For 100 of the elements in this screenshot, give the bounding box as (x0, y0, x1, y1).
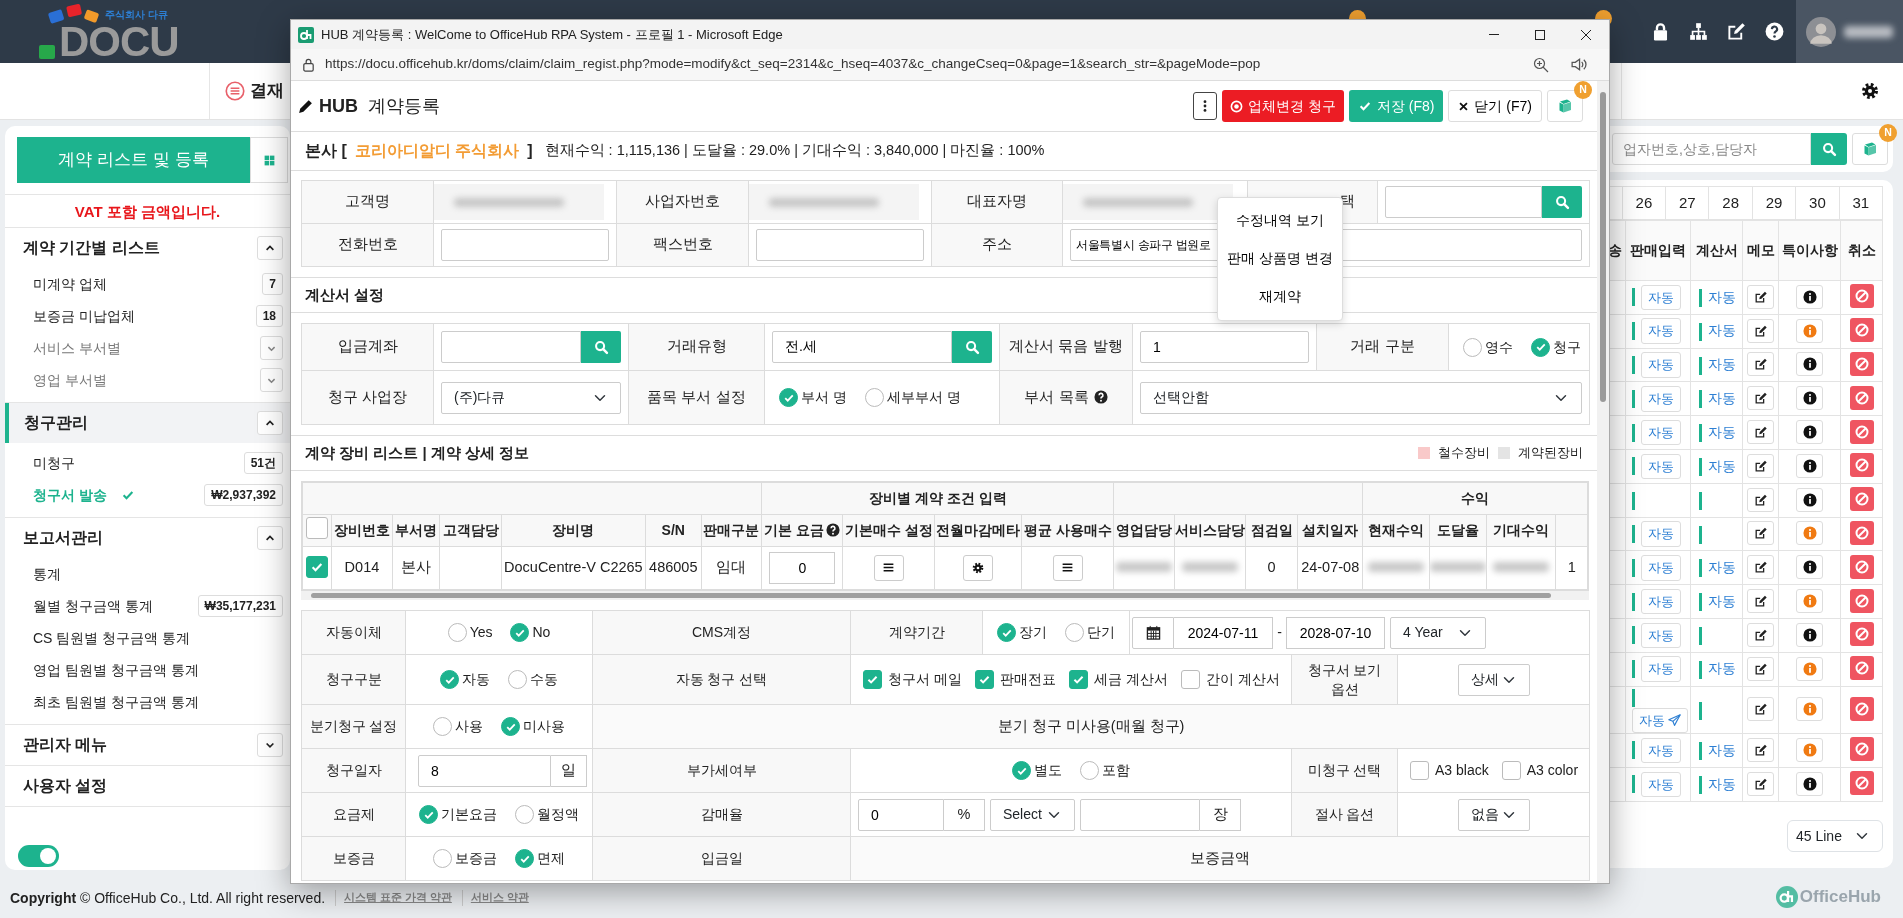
memo-button[interactable] (1747, 656, 1775, 681)
lock-icon[interactable] (1651, 22, 1670, 41)
menu-item[interactable]: 영업 팀원별 청구금액 통계 (33, 659, 199, 681)
row-checkbox[interactable] (305, 555, 328, 578)
collapse-button[interactable] (257, 411, 283, 435)
auto-sales-button[interactable]: 자동 (1631, 707, 1688, 734)
radio-button[interactable] (779, 388, 798, 407)
radio-button[interactable] (1012, 761, 1031, 780)
auto-sales-button[interactable]: 자동 (1640, 521, 1681, 547)
cancel-button[interactable] (1849, 419, 1874, 444)
page-size-select[interactable]: 45 Line (1787, 820, 1883, 852)
auto-sales-button[interactable]: 자동 (1640, 284, 1681, 311)
memo-button[interactable] (1747, 521, 1775, 546)
cancel-button[interactable] (1849, 453, 1874, 478)
cancel-button[interactable] (1849, 520, 1874, 545)
checkbox[interactable] (1501, 761, 1521, 780)
note-button[interactable] (1796, 771, 1824, 796)
menu-item[interactable]: 수정내역 보기 (1218, 202, 1342, 240)
text-input[interactable] (1080, 798, 1200, 831)
text-input[interactable]: 0 (769, 552, 836, 584)
grid-view-button[interactable] (250, 137, 288, 183)
auto-sales-button[interactable]: 자동 (1640, 656, 1681, 682)
text-input[interactable] (441, 229, 609, 261)
menu-item[interactable]: 최초 팀원별 청구금액 통계 (33, 691, 199, 713)
auto-sales-button[interactable]: 자동 (1640, 386, 1681, 412)
auto-sales-button[interactable]: 자동 (1640, 419, 1681, 446)
radio-button[interactable] (997, 623, 1016, 642)
cancel-button[interactable] (1849, 318, 1874, 343)
read-aloud-icon[interactable] (1570, 56, 1587, 73)
radio-button[interactable] (440, 670, 459, 689)
note-button[interactable] (1796, 284, 1824, 309)
search-button[interactable] (581, 331, 621, 363)
text-input[interactable]: 0 (858, 798, 944, 831)
memo-button[interactable] (1747, 420, 1775, 445)
memo-button[interactable] (1747, 487, 1775, 512)
section-title[interactable]: 사용자 설정 (23, 774, 108, 798)
scrollbar[interactable] (301, 591, 1589, 600)
cancel-button[interactable] (1849, 284, 1874, 309)
radio-button[interactable] (419, 805, 438, 824)
auto-sales-button[interactable]: 자동 (1640, 453, 1681, 480)
auto-sales-button[interactable]: 자동 (1640, 771, 1681, 797)
cancel-button[interactable] (1849, 352, 1874, 376)
section-title[interactable]: 보고서관리 (23, 526, 103, 550)
dropdown[interactable]: 선택안함 (1140, 381, 1582, 414)
menu-item[interactable]: 미계약 업체 (33, 273, 107, 295)
text-input[interactable] (756, 229, 924, 261)
menu-item[interactable]: 판매 상품명 변경 (1218, 240, 1342, 278)
menu-item[interactable]: 재계약 (1218, 278, 1342, 316)
memo-button[interactable] (1747, 352, 1775, 377)
radio-button[interactable] (508, 670, 527, 689)
checkbox[interactable] (1068, 670, 1088, 689)
radio-button[interactable] (1463, 337, 1482, 357)
dropdown[interactable]: (주)다큐 (441, 381, 621, 414)
cancel-button[interactable] (1849, 385, 1874, 410)
cancel-button[interactable] (1849, 588, 1874, 613)
cancel-button[interactable] (1849, 554, 1874, 579)
memo-button[interactable] (1747, 386, 1775, 411)
memo-button[interactable] (1747, 622, 1775, 647)
search-button[interactable] (1542, 186, 1582, 218)
note-button[interactable] (1796, 487, 1824, 512)
note-button[interactable] (1796, 555, 1824, 580)
cancel-button[interactable] (1849, 696, 1874, 721)
edit-icon[interactable] (1727, 22, 1746, 41)
note-button[interactable] (1796, 453, 1824, 478)
nav-menu-item[interactable]: 결재 (250, 78, 284, 104)
settings-icon[interactable] (1861, 82, 1879, 100)
section-title[interactable]: 청구관리 (24, 411, 88, 435)
menu-item[interactable]: 서비스 부서별 (33, 337, 121, 359)
radio-button[interactable] (1065, 623, 1084, 642)
checkbox[interactable] (1180, 670, 1200, 689)
search-button[interactable] (1811, 133, 1847, 165)
checkbox[interactable] (1410, 761, 1429, 780)
help-icon[interactable] (1765, 22, 1784, 41)
memo-button[interactable] (1747, 453, 1775, 478)
note-button[interactable] (1796, 386, 1824, 411)
collapse-button[interactable] (257, 526, 283, 550)
collapse-button[interactable] (257, 733, 283, 757)
dropdown[interactable]: Select (990, 798, 1075, 831)
expand-button[interactable] (260, 336, 283, 360)
menu-item[interactable]: 영업 부서별 (33, 369, 107, 391)
cancel-button[interactable] (1849, 622, 1874, 647)
memo-button[interactable] (1747, 697, 1775, 722)
text-input[interactable]: 8 (418, 754, 551, 787)
radio-button[interactable] (433, 849, 452, 868)
date-input[interactable]: 2028-07-10 (1286, 616, 1385, 649)
menu-item[interactable]: 월별 청구금액 통계 (33, 595, 153, 617)
menu-item[interactable]: 미청구 (33, 452, 75, 474)
toggle-switch[interactable] (18, 845, 59, 867)
dropdown[interactable]: 상세 (1457, 663, 1530, 696)
note-button[interactable] (1796, 622, 1824, 647)
zoom-icon[interactable] (1533, 56, 1549, 73)
radio-button[interactable] (1531, 337, 1550, 357)
settings-button[interactable] (963, 555, 994, 581)
expand-button[interactable] (260, 368, 283, 392)
calendar-button[interactable] (1132, 616, 1174, 649)
checkbox[interactable] (974, 670, 994, 689)
section-title[interactable]: 관리자 메뉴 (23, 733, 108, 757)
note-button[interactable] (1796, 352, 1824, 377)
text-input[interactable] (441, 331, 581, 363)
radio-button[interactable] (433, 717, 452, 736)
